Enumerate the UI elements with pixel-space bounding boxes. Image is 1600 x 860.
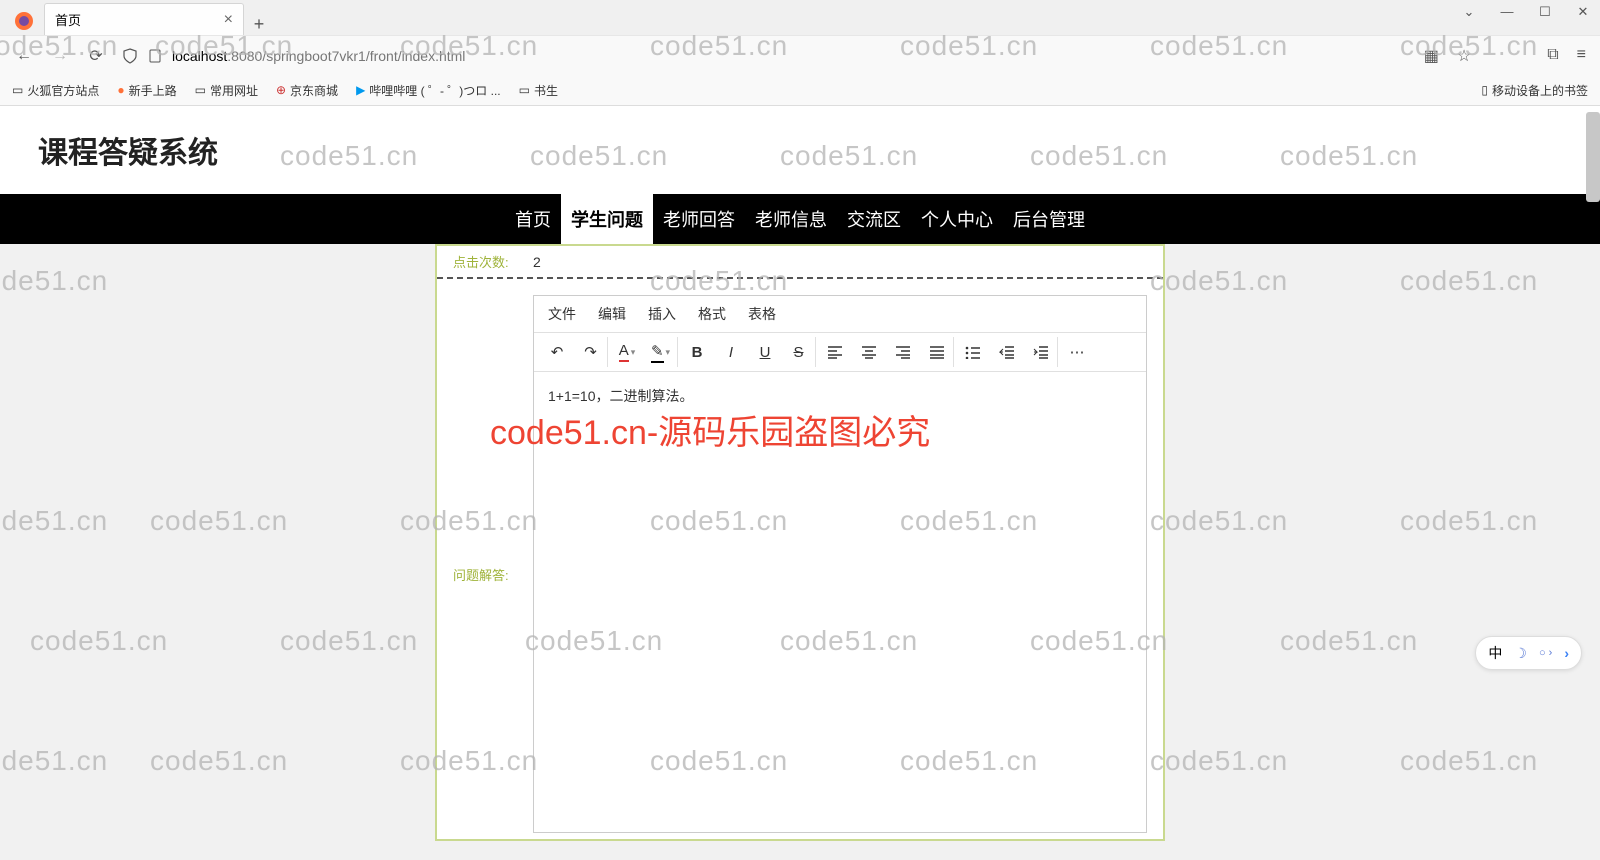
editor-menubar: 文件 编辑 插入 格式 表格 [534, 296, 1146, 333]
nav-teacher-answer[interactable]: 老师回答 [653, 194, 745, 244]
underline-button[interactable]: U [748, 337, 782, 367]
browser-tab[interactable]: 首页 × [44, 3, 244, 35]
url-field[interactable]: localhost:8080/springboot7vkr1/front/ind… [122, 48, 1408, 64]
page-header: 课程答疑系统 [0, 106, 1600, 194]
bookmark-item[interactable]: ⊕京东商城 [276, 82, 338, 99]
bullet-list-button[interactable] [956, 337, 990, 367]
bookmark-item[interactable]: ▭常用网址 [195, 82, 258, 99]
firefox-logo-icon [10, 7, 38, 35]
align-left-button[interactable] [818, 337, 852, 367]
bookmark-item[interactable]: ▭火狐官方站点 [12, 82, 99, 99]
folder-icon: ▭ [519, 83, 530, 97]
ime-lang: 中 [1488, 643, 1502, 663]
page-icon [148, 49, 162, 63]
bookmarks-bar: ▭火狐官方站点 ●新手上路 ▭常用网址 ⊕京东商城 ▶哔哩哔哩 ( ゜- ゜)つ… [0, 75, 1600, 105]
forward-button[interactable]: → [50, 46, 70, 66]
more-button[interactable]: ⋯ [1060, 337, 1094, 367]
answer-row: 问题解答: 文件 编辑 插入 格式 表格 ↶ ↷ A▾ ✎▾ B I U [437, 279, 1163, 839]
rich-text-editor: 文件 编辑 插入 格式 表格 ↶ ↷ A▾ ✎▾ B I U S [533, 295, 1147, 833]
url-host: localhost [172, 48, 227, 64]
nav-home[interactable]: 首页 [505, 194, 561, 244]
main-nav: 首页 学生问题 老师回答 老师信息 交流区 个人中心 后台管理 [0, 194, 1600, 244]
outdent-button[interactable] [990, 337, 1024, 367]
ime-indicator[interactable]: 中 ☽ ○ › › [1475, 636, 1582, 670]
close-window-icon[interactable]: ✕ [1574, 4, 1592, 20]
tab-title: 首页 [55, 10, 81, 29]
tab-close-icon[interactable]: × [224, 11, 233, 29]
url-path: /springboot7vkr1/front/index.html [262, 48, 465, 64]
text-color-button[interactable]: A▾ [610, 337, 644, 367]
back-button[interactable]: ← [14, 46, 34, 66]
window-controls: ⌄ — ☐ ✕ [1460, 4, 1592, 20]
click-count-row: 点击次数: 2 [437, 246, 1163, 279]
align-center-button[interactable] [852, 337, 886, 367]
bookmark-item[interactable]: ●新手上路 [117, 82, 176, 99]
bookmark-item[interactable]: ▭书生 [519, 82, 558, 99]
maximize-icon[interactable]: ☐ [1536, 4, 1554, 20]
editor-body[interactable]: 1+1=10，二进制算法。 [534, 372, 1146, 832]
click-count-value: 2 [533, 254, 541, 270]
bookmark-star-icon[interactable]: ☆ [1457, 46, 1471, 66]
editor-content: 1+1=10，二进制算法。 [548, 388, 694, 404]
click-count-label: 点击次数: [453, 252, 533, 271]
indent-button[interactable] [1024, 337, 1058, 367]
minimize-icon[interactable]: — [1498, 4, 1516, 20]
jd-icon: ⊕ [276, 83, 286, 97]
browser-chrome: 首页 × + ← → ⟳ localhost:8080/springboot7v… [0, 0, 1600, 106]
nav-forum[interactable]: 交流区 [837, 194, 911, 244]
ime-dots-icon: ○ › [1539, 647, 1552, 659]
folder-icon: ▭ [12, 83, 23, 97]
mobile-bookmarks[interactable]: ▯移动设备上的书签 [1481, 82, 1588, 99]
answer-label: 问题解答: [453, 285, 533, 833]
menu-file[interactable]: 文件 [548, 304, 576, 324]
menu-table[interactable]: 表格 [748, 304, 776, 324]
italic-button[interactable]: I [714, 337, 748, 367]
nav-admin[interactable]: 后台管理 [1003, 194, 1095, 244]
new-tab-button[interactable]: + [244, 14, 274, 35]
tab-strip: 首页 × + [0, 0, 1600, 35]
extensions-icon[interactable]: ⧉ [1547, 46, 1558, 66]
address-bar: ← → ⟳ localhost:8080/springboot7vkr1/fro… [0, 35, 1600, 75]
bookmark-item[interactable]: ▶哔哩哔哩 ( ゜- ゜)つロ ... [356, 82, 501, 99]
qr-icon[interactable]: ▦ [1424, 46, 1439, 66]
moon-icon: ☽ [1514, 645, 1527, 662]
menu-edit[interactable]: 编辑 [598, 304, 626, 324]
align-justify-button[interactable] [920, 337, 954, 367]
nav-profile[interactable]: 个人中心 [911, 194, 1003, 244]
nav-teacher-info[interactable]: 老师信息 [745, 194, 837, 244]
page-title: 课程答疑系统 [38, 128, 1562, 172]
redo-button[interactable]: ↷ [574, 337, 608, 367]
app-menu-icon[interactable]: ≡ [1577, 46, 1586, 66]
content-area: 点击次数: 2 问题解答: 文件 编辑 插入 格式 表格 ↶ ↷ A▾ ✎▾ B [0, 244, 1600, 841]
chevron-right-icon[interactable]: › [1564, 645, 1569, 661]
strike-button[interactable]: S [782, 337, 816, 367]
menu-format[interactable]: 格式 [698, 304, 726, 324]
firefox-icon: ● [117, 83, 124, 97]
bilibili-icon: ▶ [356, 83, 365, 97]
shield-icon [122, 48, 138, 64]
undo-button[interactable]: ↶ [540, 337, 574, 367]
folder-icon: ▭ [195, 83, 206, 97]
mobile-icon: ▯ [1481, 83, 1488, 97]
editor-toolbar: ↶ ↷ A▾ ✎▾ B I U S [534, 333, 1146, 372]
highlight-button[interactable]: ✎▾ [644, 337, 678, 367]
nav-student-question[interactable]: 学生问题 [561, 194, 653, 244]
menu-insert[interactable]: 插入 [648, 304, 676, 324]
reload-button[interactable]: ⟳ [86, 46, 106, 66]
align-right-button[interactable] [886, 337, 920, 367]
scrollbar-thumb[interactable] [1586, 112, 1600, 202]
detail-panel: 点击次数: 2 问题解答: 文件 编辑 插入 格式 表格 ↶ ↷ A▾ ✎▾ B [435, 244, 1165, 841]
bold-button[interactable]: B [680, 337, 714, 367]
dropdown-icon[interactable]: ⌄ [1460, 4, 1478, 20]
